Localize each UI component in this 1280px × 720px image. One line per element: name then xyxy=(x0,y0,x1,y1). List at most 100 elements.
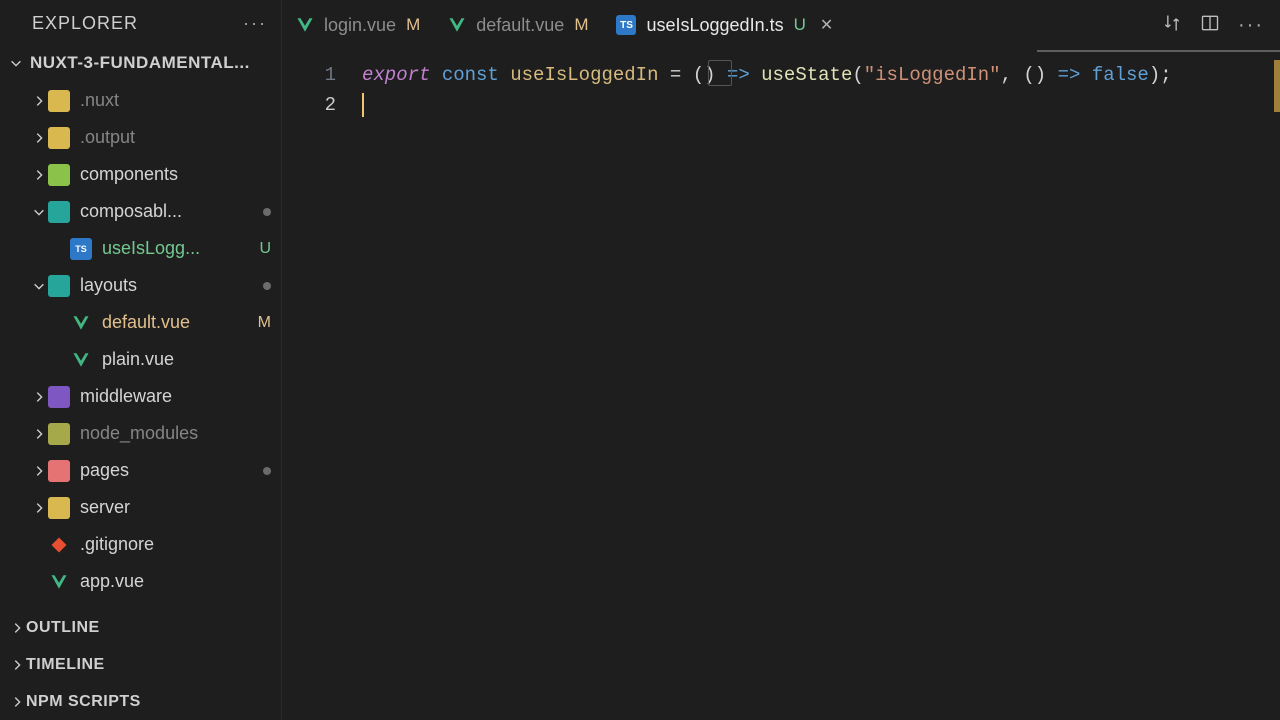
tree-item-label: .nuxt xyxy=(80,90,271,111)
timeline-panel[interactable]: TIMELINE xyxy=(0,646,281,683)
chevron-right-icon xyxy=(30,94,48,108)
tree-item-label: node_modules xyxy=(80,423,271,444)
dirty-dot-icon xyxy=(263,282,271,290)
chevron-down-icon xyxy=(30,205,48,219)
typescript-icon: TS xyxy=(616,15,636,35)
vue-icon xyxy=(70,349,92,371)
chevron-right-icon xyxy=(8,695,26,709)
sidebar-panels: OUTLINE TIMELINE NPM SCRIPTS xyxy=(0,609,281,720)
timeline-label: TIMELINE xyxy=(26,656,105,674)
line-number: 2 xyxy=(282,90,336,120)
chevron-right-icon xyxy=(30,168,48,182)
tree-row[interactable]: middleware xyxy=(0,378,281,415)
chevron-right-icon xyxy=(30,390,48,404)
token-string: "isLoggedIn" xyxy=(864,64,1001,86)
folder-icon xyxy=(48,127,70,149)
tree-item-label: default.vue xyxy=(102,312,252,333)
tree-row[interactable]: components xyxy=(0,156,281,193)
tree-item-label: server xyxy=(80,497,271,518)
line-gutter: 1 2 xyxy=(282,60,362,720)
code-area[interactable]: export const useIsLoggedIn = () => useSt… xyxy=(362,60,1280,720)
tab-bar: login.vueMdefault.vueMTSuseIsLoggedIn.ts… xyxy=(282,0,1280,50)
npm-label: NPM SCRIPTS xyxy=(26,693,141,711)
token-punct: = xyxy=(658,64,692,86)
folder-icon xyxy=(48,386,70,408)
tree-item-label: .output xyxy=(80,127,271,148)
tree-row[interactable]: .output xyxy=(0,119,281,156)
tree-row[interactable]: default.vue M xyxy=(0,304,281,341)
folder-icon xyxy=(48,164,70,186)
tab-label: default.vue xyxy=(476,15,564,36)
file-tree: .nuxt .output components composabl... TSuseI… xyxy=(0,80,281,609)
tree-item-label: middleware xyxy=(80,386,271,407)
token-punct: , xyxy=(1001,64,1024,86)
tree-row[interactable]: plain.vue xyxy=(0,341,281,378)
vue-icon xyxy=(296,16,314,34)
token-arrow: => xyxy=(1046,64,1092,86)
tree-row[interactable]: pages xyxy=(0,452,281,489)
folder-icon xyxy=(48,90,70,112)
folder-icon xyxy=(48,201,70,223)
chevron-right-icon xyxy=(8,621,26,635)
token-func: useState xyxy=(761,64,852,86)
outline-panel[interactable]: OUTLINE xyxy=(0,609,281,646)
token-storage: const xyxy=(442,64,499,86)
tree-item-label: layouts xyxy=(80,275,257,296)
dirty-dot-icon xyxy=(263,467,271,475)
tree-row[interactable]: TSuseIsLogg...U xyxy=(0,230,281,267)
vue-icon xyxy=(70,312,92,334)
token-ident: useIsLoggedIn xyxy=(510,64,658,86)
folder-icon xyxy=(48,497,70,519)
more-icon[interactable]: ··· xyxy=(243,13,267,34)
project-name: NUXT-3-FUNDAMENTAL... xyxy=(30,53,250,73)
editor-action-icons: ··· xyxy=(1162,13,1280,38)
tab-label: login.vue xyxy=(324,15,396,36)
more-icon[interactable]: ··· xyxy=(1238,14,1264,37)
npm-scripts-panel[interactable]: NPM SCRIPTS xyxy=(0,683,281,720)
tree-row[interactable]: app.vue xyxy=(0,563,281,600)
token-punct: () xyxy=(1023,64,1046,86)
dirty-dot-icon xyxy=(263,208,271,216)
tree-row[interactable]: node_modules xyxy=(0,415,281,452)
tree-row[interactable]: .gitignore xyxy=(0,526,281,563)
tree-row[interactable]: composabl... xyxy=(0,193,281,230)
git-status-badge: U xyxy=(794,15,806,35)
token-keyword: export xyxy=(362,64,430,86)
project-header[interactable]: NUXT-3-FUNDAMENTAL... xyxy=(0,46,281,80)
chevron-right-icon xyxy=(30,501,48,515)
typescript-icon: TS xyxy=(70,238,92,260)
vue-icon xyxy=(48,571,70,593)
code-editor[interactable]: 1 2 export const useIsLoggedIn = () => u… xyxy=(282,52,1280,720)
close-icon[interactable]: ✕ xyxy=(820,15,833,35)
token-bool: false xyxy=(1092,64,1149,86)
git-status-badge: M xyxy=(574,15,588,35)
overview-ruler xyxy=(1274,60,1280,112)
tree-row[interactable]: .nuxt xyxy=(0,82,281,119)
editor-main: login.vueMdefault.vueMTSuseIsLoggedIn.ts… xyxy=(282,0,1280,720)
tree-row[interactable]: layouts xyxy=(0,267,281,304)
chevron-right-icon xyxy=(30,427,48,441)
folder-icon xyxy=(48,275,70,297)
tree-row[interactable]: server xyxy=(0,489,281,526)
git-status-badge: M xyxy=(258,314,271,332)
sidebar: EXPLORER ··· NUXT-3-FUNDAMENTAL... .nuxt… xyxy=(0,0,282,720)
folder-icon xyxy=(48,423,70,445)
editor-tab[interactable]: default.vue M xyxy=(434,0,602,50)
tree-item-label: components xyxy=(80,164,271,185)
tree-item-label: composabl... xyxy=(80,201,257,222)
folder-icon xyxy=(48,460,70,482)
git-icon xyxy=(48,534,70,556)
tree-item-label: pages xyxy=(80,460,257,481)
editor-tab[interactable]: login.vueM xyxy=(282,0,434,50)
git-status-badge: U xyxy=(259,240,271,258)
split-editor-icon[interactable] xyxy=(1200,13,1220,38)
chevron-right-icon xyxy=(8,658,26,672)
editor-tab[interactable]: TSuseIsLoggedIn.tsU✕ xyxy=(602,0,847,50)
cursor xyxy=(362,93,364,117)
tree-item-label: plain.vue xyxy=(102,349,271,370)
tree-item-label: .gitignore xyxy=(80,534,271,555)
explorer-title: EXPLORER xyxy=(32,13,243,34)
chevron-right-icon xyxy=(30,464,48,478)
compare-changes-icon[interactable] xyxy=(1162,13,1182,38)
token-punct: ( xyxy=(852,64,863,86)
